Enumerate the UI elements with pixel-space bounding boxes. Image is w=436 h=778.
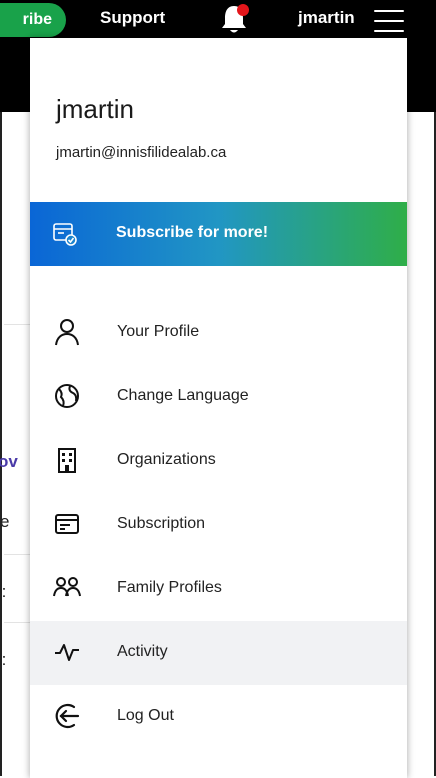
background-page: ov e ): ): — [0, 112, 32, 776]
menu-item-label: Activity — [117, 643, 168, 660]
account-menu-link[interactable]: jmartin — [298, 8, 355, 28]
building-icon — [52, 445, 82, 475]
account-name: jmartin — [56, 94, 135, 124]
menu-item-family-profiles[interactable]: Family Profiles — [30, 557, 407, 621]
card-icon — [52, 509, 82, 539]
menu-item-label: Family Profiles — [117, 579, 222, 596]
menu-item-label: Organizations — [117, 451, 216, 468]
bell-icon[interactable] — [218, 2, 250, 36]
subscription-badge-icon — [52, 221, 78, 247]
account-dropdown-panel: jmartin jmartin@innisfilidealab.ca Subsc… — [30, 38, 407, 778]
menu-item-change-language[interactable]: Change Language — [30, 365, 407, 429]
subscribe-promo-banner[interactable]: Subscribe for more! — [30, 202, 407, 266]
background-fragment: ): — [0, 582, 7, 601]
background-page-right — [407, 112, 436, 776]
menu-item-log-out[interactable]: Log Out — [30, 685, 407, 749]
background-fragment: e — [0, 512, 10, 531]
activity-icon — [52, 637, 82, 667]
menu-item-organizations[interactable]: Organizations — [30, 429, 407, 493]
menu-item-label: Log Out — [117, 707, 174, 724]
menu-item-label: Subscription — [117, 515, 206, 532]
family-icon — [52, 573, 82, 603]
menu-item-subscription[interactable]: Subscription — [30, 493, 407, 557]
hamburger-menu-icon[interactable] — [374, 10, 404, 32]
globe-icon — [52, 381, 82, 411]
menu-item-label: Change Language — [117, 387, 249, 404]
menu-item-activity[interactable]: Activity — [30, 621, 407, 685]
background-fragment: ov — [0, 452, 18, 471]
account-menu: Your Profile Change Language Organizatio… — [30, 301, 407, 749]
logout-icon — [52, 701, 82, 731]
menu-item-your-profile[interactable]: Your Profile — [30, 301, 407, 365]
menu-item-label: Your Profile — [117, 323, 200, 340]
subscribe-button[interactable]: ribe — [0, 3, 66, 37]
support-link[interactable]: Support — [100, 8, 165, 28]
account-email: jmartin@innisfilidealab.ca — [56, 144, 227, 161]
background-fragment: ): — [0, 650, 7, 669]
user-icon — [52, 317, 82, 347]
subscribe-promo-label: Subscribe for more! — [116, 224, 269, 241]
